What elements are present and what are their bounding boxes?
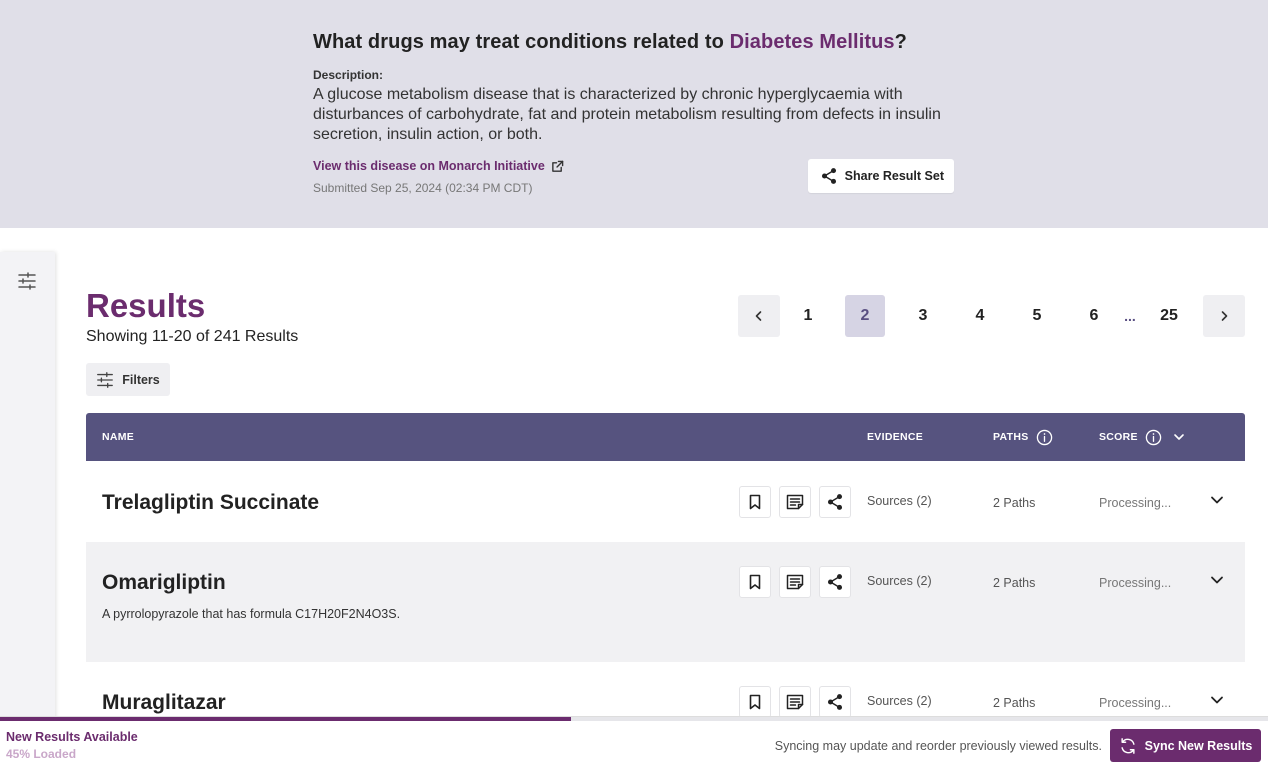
loading-progress-track: [571, 717, 1268, 721]
drug-description: A pyrrolopyrazole that has formula C17H2…: [102, 607, 401, 621]
refresh-icon: [1121, 737, 1135, 754]
sync-bar: New Results Available 45% Loaded Syncing…: [0, 716, 1268, 767]
monarch-link-label: View this disease on Monarch Initiative: [313, 159, 545, 173]
filters-label: Filters: [122, 372, 160, 387]
info-icon[interactable]: [1036, 429, 1053, 446]
notes-button[interactable]: [779, 566, 811, 598]
new-results-label: New Results Available: [6, 730, 138, 744]
page-last-button[interactable]: 25: [1149, 295, 1189, 337]
query-question: What drugs may treat conditions related …: [313, 30, 954, 54]
query-header: What drugs may treat conditions related …: [0, 0, 1268, 228]
info-icon[interactable]: [1145, 429, 1162, 446]
share-result-button[interactable]: [819, 686, 851, 718]
share-icon: [827, 694, 843, 710]
score-status: Processing...: [1099, 496, 1172, 510]
bookmark-icon: [749, 494, 761, 510]
notes-icon: [786, 574, 804, 590]
bookmark-button[interactable]: [739, 686, 771, 718]
share-icon: [827, 494, 843, 510]
notes-button[interactable]: [779, 486, 811, 518]
evidence-sources[interactable]: Sources (2): [867, 574, 932, 588]
sync-new-results-button[interactable]: Sync New Results: [1110, 729, 1261, 762]
loaded-percentage: 45% Loaded: [6, 747, 77, 761]
page-2-button[interactable]: 2: [845, 295, 885, 337]
share-result-set-label: Share Result Set: [844, 169, 944, 183]
previous-page-button[interactable]: [738, 295, 780, 337]
table-row[interactable]: Omarigliptin A pyrrolopyrazole that has …: [86, 542, 1245, 662]
left-sidebar: [0, 252, 55, 722]
filter-sliders-icon[interactable]: [17, 271, 37, 291]
filters-button[interactable]: Filters: [86, 363, 170, 396]
disease-description: A glucose metabolism disease that is cha…: [313, 86, 941, 143]
submitted-timestamp: Submitted Sep 25, 2024 (02:34 PM CDT): [313, 181, 533, 195]
filter-sliders-icon: [97, 371, 114, 388]
column-paths-label: PATHS: [993, 431, 1029, 443]
question-prefix: What drugs may treat conditions related …: [313, 31, 730, 53]
score-status: Processing...: [1099, 696, 1172, 710]
results-title: Results: [86, 287, 206, 324]
drug-name[interactable]: Muraglitazar: [102, 691, 226, 715]
column-header-score[interactable]: SCORE: [1099, 413, 1185, 461]
chevron-left-icon: [755, 311, 762, 321]
notes-icon: [786, 694, 804, 710]
share-result-button[interactable]: [819, 566, 851, 598]
bookmark-icon: [749, 694, 761, 710]
page-3-button[interactable]: 3: [903, 295, 943, 337]
page-1-button[interactable]: 1: [788, 295, 828, 337]
monarch-link[interactable]: View this disease on Monarch Initiative: [313, 159, 564, 173]
table-row[interactable]: Trelagliptin Succinate Sources (2) 2 Pat…: [86, 461, 1245, 542]
evidence-sources[interactable]: Sources (2): [867, 494, 932, 508]
table-row[interactable]: Muraglitazar Sources (2) 2 Paths Process…: [86, 662, 1245, 718]
column-header-evidence: EVIDENCE: [867, 413, 923, 461]
column-evidence-label: EVIDENCE: [867, 431, 924, 443]
external-link-icon: [551, 160, 564, 172]
bookmark-button[interactable]: [739, 486, 771, 518]
loading-progress-fill: [0, 717, 571, 721]
share-result-button[interactable]: [819, 486, 851, 518]
column-score-label: SCORE: [1099, 431, 1138, 443]
bookmark-icon: [749, 574, 761, 590]
notes-icon: [786, 494, 804, 510]
column-name-label: NAME: [102, 431, 135, 443]
drug-name[interactable]: Omarigliptin: [102, 571, 226, 595]
disease-name: Diabetes Mellitus: [729, 31, 895, 53]
paths-count[interactable]: 2 Paths: [993, 696, 1035, 710]
next-page-button[interactable]: [1203, 295, 1245, 337]
description-label: Description:: [313, 68, 384, 82]
chevron-down-icon[interactable]: [1209, 572, 1225, 588]
evidence-sources[interactable]: Sources (2): [867, 694, 932, 708]
chevron-right-icon: [1221, 311, 1228, 321]
share-icon: [821, 168, 836, 184]
column-header-name[interactable]: NAME: [102, 413, 134, 461]
chevron-down-icon[interactable]: [1209, 492, 1225, 508]
results-count: Showing 11-20 of 241 Results: [86, 328, 299, 345]
paths-count[interactable]: 2 Paths: [993, 496, 1035, 510]
notes-button[interactable]: [779, 686, 811, 718]
column-header-paths[interactable]: PATHS: [993, 413, 1053, 461]
question-suffix: ?: [894, 31, 907, 53]
sync-new-results-label: Sync New Results: [1144, 738, 1253, 753]
drug-name[interactable]: Trelagliptin Succinate: [102, 491, 319, 515]
share-result-set-button[interactable]: Share Result Set: [807, 159, 954, 193]
pagination-ellipsis: ...: [1124, 308, 1136, 324]
results-table-header: NAME EVIDENCE PATHS SCORE: [86, 413, 1245, 461]
share-icon: [827, 574, 843, 590]
score-status: Processing...: [1099, 576, 1172, 590]
page-6-button[interactable]: 6: [1074, 295, 1114, 337]
sort-chevron-down-icon[interactable]: [1173, 431, 1185, 443]
page-4-button[interactable]: 4: [960, 295, 1000, 337]
chevron-down-icon[interactable]: [1209, 692, 1225, 708]
sync-note: Syncing may update and reorder previousl…: [774, 739, 1102, 753]
page-5-button[interactable]: 5: [1017, 295, 1057, 337]
bookmark-button[interactable]: [739, 566, 771, 598]
paths-count[interactable]: 2 Paths: [993, 576, 1035, 590]
